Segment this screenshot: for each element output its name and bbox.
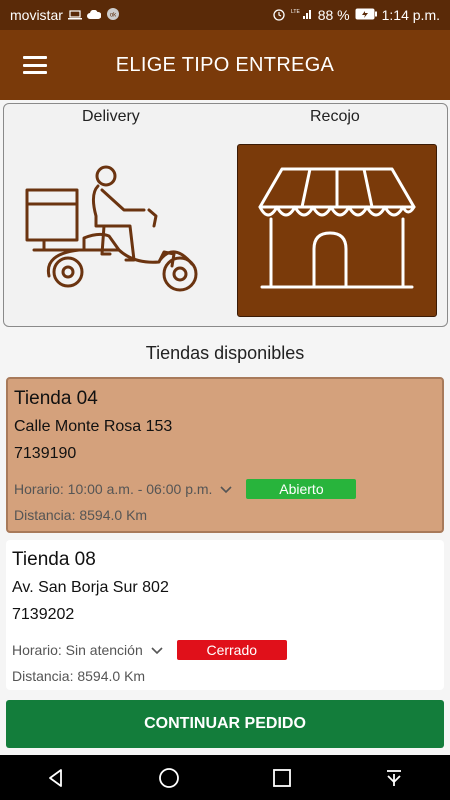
store-card-tienda-04[interactable]: Tienda 04 Calle Monte Rosa 153 7139190 H… bbox=[6, 377, 444, 533]
status-bar: movistar ok LTE 88 % 1:14 p.m. bbox=[0, 0, 450, 30]
storefront-icon bbox=[258, 167, 416, 289]
signal-icon: LTE bbox=[291, 7, 313, 23]
notifications-pulldown-icon[interactable] bbox=[384, 768, 404, 788]
home-icon[interactable] bbox=[158, 767, 180, 789]
stores-section-title: Tiendas disponibles bbox=[145, 343, 305, 363]
app-bar: ELIGE TIPO ENTREGA bbox=[0, 30, 450, 100]
battery-icon bbox=[355, 7, 377, 23]
store-name: Tienda 08 bbox=[12, 549, 96, 570]
delivery-option-label: Delivery bbox=[82, 108, 140, 125]
chevron-down-icon[interactable] bbox=[220, 481, 233, 497]
recents-icon[interactable] bbox=[272, 768, 292, 788]
svg-text:ok: ok bbox=[110, 12, 117, 18]
status-badge: Abierto bbox=[246, 479, 357, 499]
hamburger-menu-icon[interactable] bbox=[23, 56, 47, 74]
battery-level: 88 % bbox=[317, 7, 350, 23]
delivery-motorbike-icon[interactable] bbox=[24, 164, 204, 301]
store-address: Calle Monte Rosa 153 bbox=[14, 418, 173, 435]
clock: 1:14 p.m. bbox=[381, 7, 440, 23]
app-notification-icon: ok bbox=[106, 7, 120, 24]
store-hours: Horario: 10:00 a.m. - 06:00 p.m. bbox=[14, 481, 213, 497]
status-badge: Cerrado bbox=[176, 640, 287, 660]
carrier-label: movistar bbox=[10, 7, 63, 23]
page-title: ELIGE TIPO ENTREGA bbox=[115, 53, 335, 76]
store-distance: Distancia: 8594.0 Km bbox=[14, 507, 148, 523]
store-address: Av. San Borja Sur 802 bbox=[12, 579, 169, 596]
alarm-icon bbox=[272, 7, 286, 24]
laptop-icon bbox=[67, 7, 82, 23]
svg-text:LTE: LTE bbox=[291, 9, 300, 15]
store-phone: 7139202 bbox=[12, 606, 75, 623]
cloud-icon bbox=[86, 7, 102, 23]
store-distance: Distancia: 8594.0 Km bbox=[12, 668, 146, 684]
store-card-tienda-08[interactable]: Tienda 08 Av. San Borja Sur 802 7139202 … bbox=[6, 540, 444, 690]
back-icon[interactable] bbox=[46, 768, 66, 788]
delivery-type-selector: Delivery Recojo bbox=[3, 103, 448, 327]
continue-order-button[interactable]: CONTINUAR PEDIDO bbox=[6, 700, 444, 748]
recojo-option-button[interactable] bbox=[237, 144, 437, 317]
chevron-down-icon[interactable] bbox=[151, 642, 163, 658]
store-name: Tienda 04 bbox=[14, 388, 98, 409]
system-nav-bar bbox=[0, 755, 450, 800]
store-hours: Horario: Sin atención bbox=[12, 642, 143, 658]
recojo-option-label: Recojo bbox=[310, 108, 360, 125]
store-phone: 7139190 bbox=[14, 445, 77, 462]
